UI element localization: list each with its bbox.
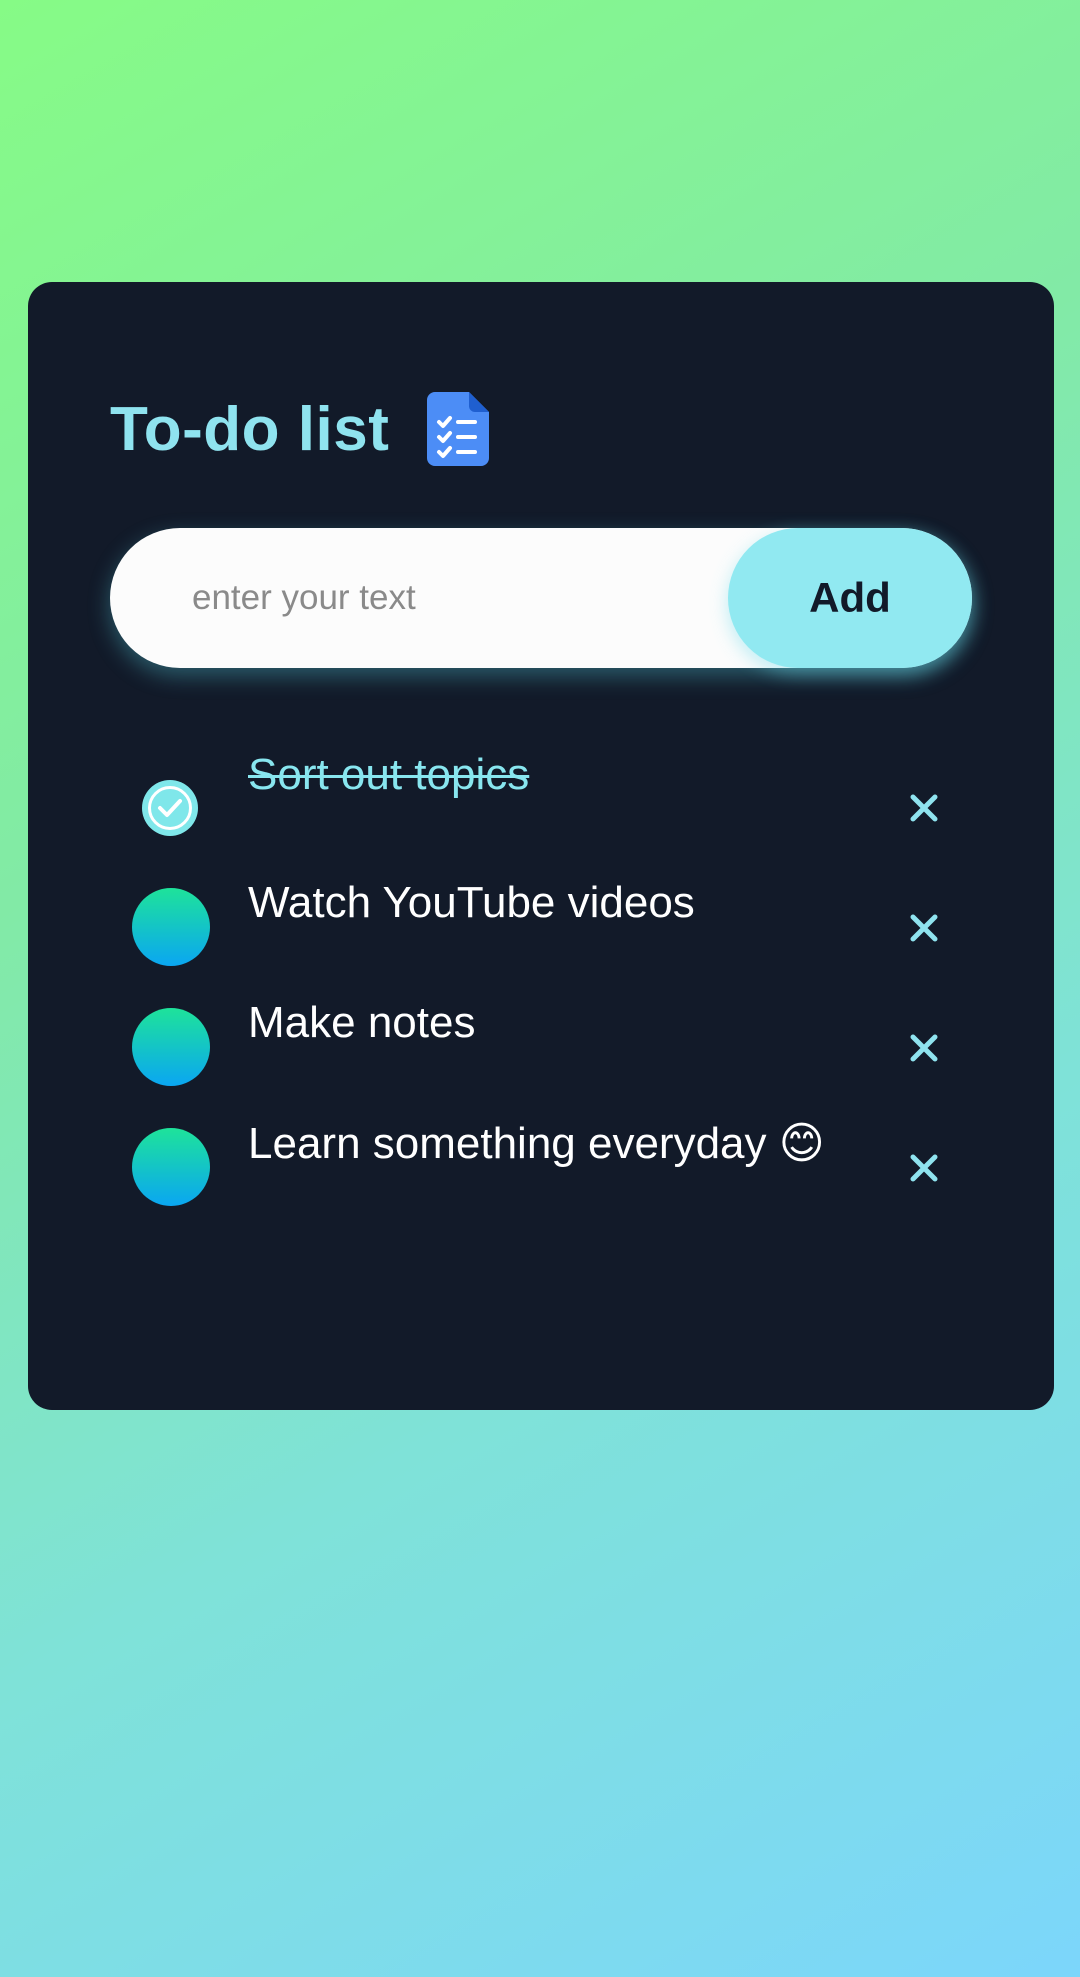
- close-icon: [910, 794, 938, 822]
- task-text: Watch YouTube videos: [248, 878, 695, 927]
- add-button[interactable]: Add: [728, 528, 972, 668]
- unchecked-circle-icon[interactable]: [132, 888, 210, 966]
- title-row: To-do list: [110, 392, 490, 466]
- task-item[interactable]: Learn something everyday 😊: [28, 1102, 1054, 1206]
- delete-button[interactable]: [894, 778, 954, 838]
- add-task-form: Add: [110, 528, 972, 668]
- checklist-document-icon: [427, 392, 490, 466]
- todo-card: To-do list Add Sort out topics: [28, 282, 1054, 1410]
- page-title: To-do list: [110, 394, 390, 464]
- task-input[interactable]: [192, 528, 712, 668]
- close-icon: [910, 914, 938, 942]
- task-text: Sort out topics: [248, 750, 530, 799]
- task-item[interactable]: Watch YouTube videos: [28, 862, 1054, 966]
- unchecked-circle-icon[interactable]: [132, 1008, 210, 1086]
- delete-button[interactable]: [894, 1138, 954, 1198]
- task-text: Make notes: [248, 998, 476, 1047]
- task-item-completed[interactable]: Sort out topics: [28, 742, 1054, 842]
- task-text: Learn something everyday 😊: [248, 1119, 825, 1168]
- checked-circle-icon[interactable]: [142, 780, 198, 836]
- delete-button[interactable]: [894, 1018, 954, 1078]
- task-item[interactable]: Make notes: [28, 982, 1054, 1086]
- delete-button[interactable]: [894, 898, 954, 958]
- unchecked-circle-icon[interactable]: [132, 1128, 210, 1206]
- close-icon: [910, 1154, 938, 1182]
- close-icon: [910, 1034, 938, 1062]
